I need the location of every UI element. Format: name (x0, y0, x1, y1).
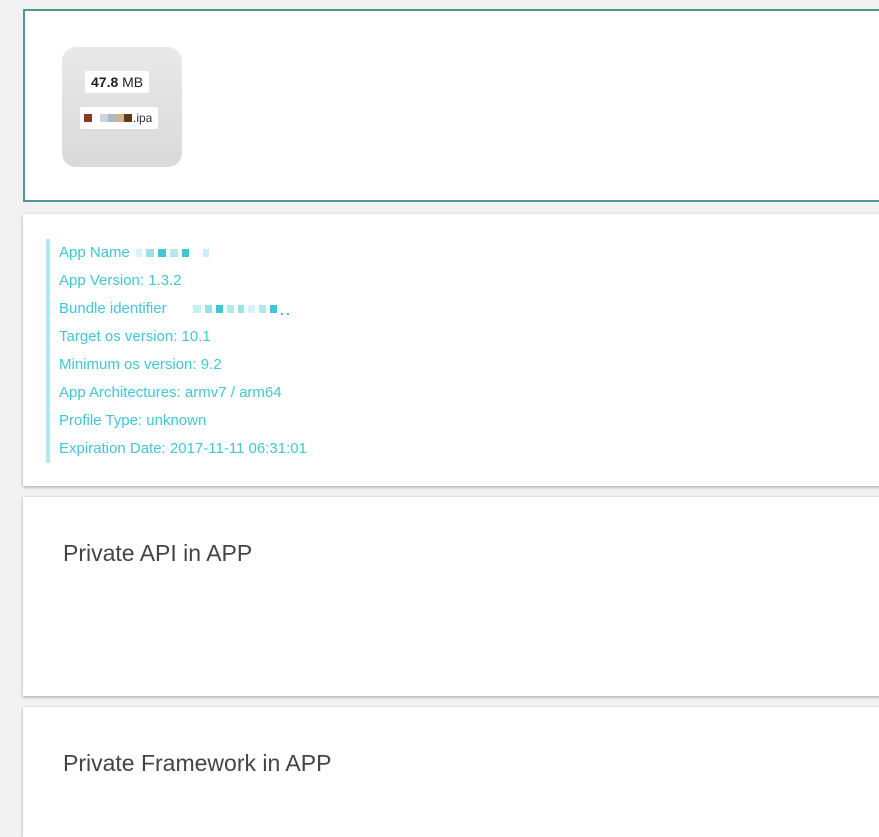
expiration-date-line: Expiration Date: 2017-11-11 06:31:01 (59, 440, 307, 457)
architectures-line: App Architectures: armv7 / arm64 (59, 384, 282, 401)
redacted-app-name (135, 249, 213, 257)
app-name-label: App Name (59, 244, 130, 261)
private-api-card: Private API in APP (23, 497, 879, 696)
file-upload-card[interactable]: 47.8 MB .ipa (23, 9, 879, 202)
redacted-bundle-id (192, 303, 293, 315)
file-size-unit: MB (122, 74, 144, 90)
bundle-id-line: Bundle identifier (59, 295, 546, 323)
file-size: 47.8 MB (85, 71, 150, 93)
bundle-id-label: Bundle identifier (59, 300, 167, 317)
target-os-line: Target os version: 10.1 (59, 328, 211, 345)
private-api-title: Private API in APP (63, 540, 253, 566)
file-size-value: 47.8 (91, 74, 119, 90)
file-extension: .ipa (133, 111, 153, 125)
file-preview-tile[interactable]: 47.8 MB .ipa (62, 47, 182, 167)
app-version-line: App Version: 1.3.2 (59, 272, 182, 289)
redacted-filename (84, 114, 132, 122)
app-name-line: App Name (59, 239, 546, 267)
file-name: .ipa (80, 107, 159, 129)
profile-type-line: Profile Type: unknown (59, 412, 207, 429)
private-framework-title: Private Framework in APP (63, 750, 332, 776)
app-info-card: App Name App Version: 1.3.2 Bundle ident… (23, 214, 879, 486)
minimum-os-line: Minimum os version: 9.2 (59, 356, 222, 373)
app-info-list: App Name App Version: 1.3.2 Bundle ident… (46, 239, 546, 463)
